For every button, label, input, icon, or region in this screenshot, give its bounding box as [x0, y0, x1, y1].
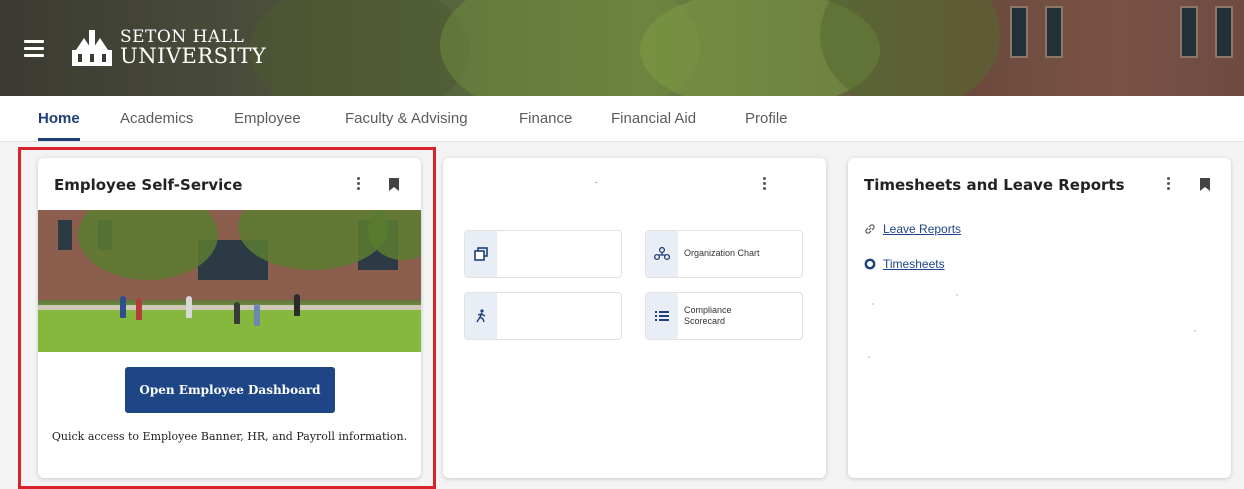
radio-circle-icon: [864, 258, 876, 270]
tab-employee[interactable]: Employee: [234, 110, 301, 127]
window-stack-icon: [465, 231, 497, 277]
tile-label: Organization Chart: [684, 248, 760, 259]
compliance-scorecard-tile[interactable]: Compliance Scorecard: [645, 292, 803, 340]
main-nav: Home Academics Employee Faculty & Advisi…: [0, 96, 1244, 142]
header-banner: SETON HALL UNIVERSITY: [0, 0, 1244, 96]
more-options-icon[interactable]: [1164, 177, 1172, 193]
timesheets-link-row[interactable]: Timesheets: [864, 257, 945, 271]
more-options-icon[interactable]: [760, 177, 768, 193]
university-logo[interactable]: SETON HALL UNIVERSITY: [70, 28, 266, 68]
org-chart-icon: [646, 231, 678, 277]
bookmark-icon[interactable]: [1200, 178, 1210, 191]
logo-crest-icon: [72, 30, 112, 66]
person-walking-icon: [465, 293, 497, 339]
tab-home[interactable]: Home: [38, 110, 80, 141]
faint-dot: [872, 303, 874, 305]
leave-reports-link-row[interactable]: Leave Reports: [864, 222, 961, 236]
menu-icon[interactable]: [24, 40, 44, 57]
faint-dot: [868, 356, 870, 358]
timesheets-link[interactable]: Timesheets: [883, 257, 945, 271]
quick-link-tile[interactable]: [464, 230, 622, 278]
faint-dot: [1194, 330, 1196, 332]
faint-dot: [956, 294, 958, 296]
card-title: Timesheets and Leave Reports: [864, 176, 1125, 194]
list-icon: [646, 293, 678, 339]
tile-label: Compliance Scorecard: [684, 304, 732, 326]
tab-academics[interactable]: Academics: [120, 110, 193, 127]
card-title: -: [595, 178, 598, 187]
quick-link-tile[interactable]: [464, 292, 622, 340]
logo-line-2: UNIVERSITY: [120, 44, 267, 68]
quick-links-card: - Organization Chart Compliance Scorecar…: [443, 158, 826, 478]
tab-finance[interactable]: Finance: [519, 110, 572, 127]
leave-reports-link[interactable]: Leave Reports: [883, 222, 961, 236]
tab-financial-aid[interactable]: Financial Aid: [611, 110, 696, 127]
link-icon: [865, 224, 875, 234]
tab-faculty-advising[interactable]: Faculty & Advising: [345, 110, 468, 127]
organization-chart-tile[interactable]: Organization Chart: [645, 230, 803, 278]
timesheets-card: Timesheets and Leave Reports Leave Repor…: [848, 158, 1231, 478]
selection-highlight: [18, 147, 436, 489]
tab-profile[interactable]: Profile: [745, 110, 788, 127]
